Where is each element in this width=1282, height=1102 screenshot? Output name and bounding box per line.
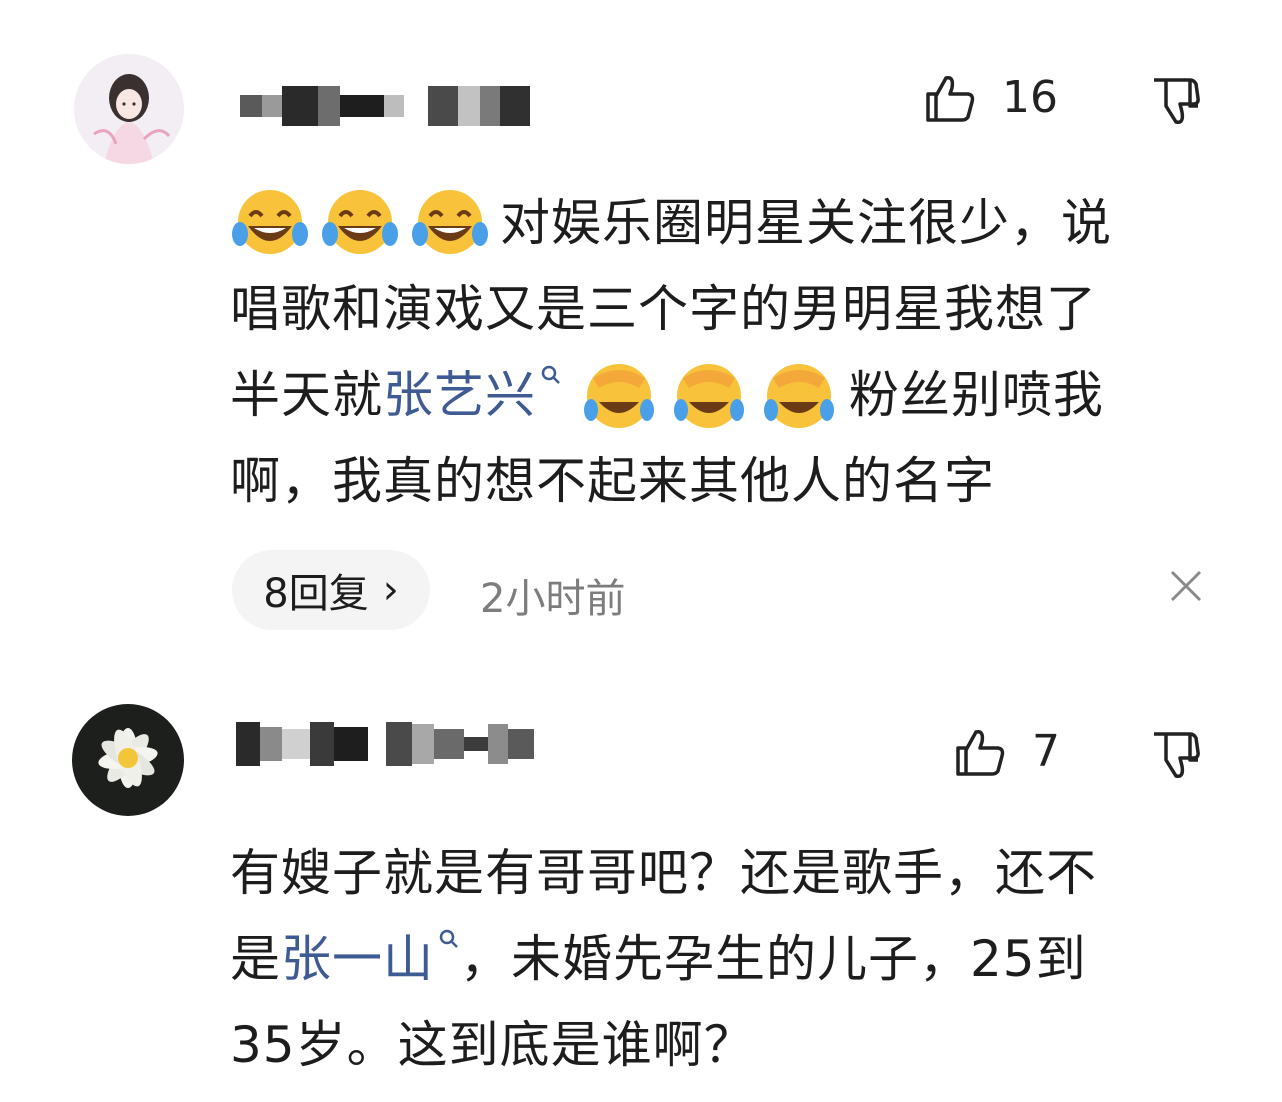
text-line: 啊，我真的想不起来其他人的名字 [230,452,995,510]
thumbs-down-icon[interactable] [1150,76,1202,128]
text-line: 对娱乐圈明星关注很少，说 [230,180,1220,266]
search-icon[interactable] [540,364,562,386]
thumbs-up-icon [956,729,1005,776]
like-count: 16 [1002,72,1058,123]
comment-section: 16 对娱乐圈明星关注很少，说 唱歌和演戏又是三个字的男明星我想了 半天就张艺兴… [0,0,1282,1102]
tears-of-joy-emoji [412,189,488,254]
timestamp: 2小时前 [480,576,626,622]
text-line: 有嫂子就是有哥哥吧？还是歌手，还不 [230,844,1097,902]
avatar[interactable] [74,54,184,164]
text-line: 35岁。这到底是谁啊？ [230,1016,755,1074]
like-button[interactable]: 16 [924,72,1058,124]
close-icon[interactable] [1166,566,1206,606]
facepalm-cry-emoji [763,363,834,428]
tears-of-joy-emoji [232,189,308,254]
thumbs-up-icon [926,75,975,122]
comment-text: 对娱乐圈明星关注很少，说 唱歌和演戏又是三个字的男明星我想了 半天就张艺兴 粉丝… [230,180,1220,524]
thumbs-down-icon[interactable] [1150,730,1202,782]
facepalm-cry-emoji [583,363,654,428]
mention-link[interactable]: 张一山 [281,930,434,988]
search-icon[interactable] [438,928,460,950]
text-line: 半天就张艺兴 粉丝别喷我 [230,352,1220,438]
comment-text: 有嫂子就是有哥哥吧？还是歌手，还不 是张一山 ，未婚先孕生的儿子，25到 35岁。… [230,830,1220,1088]
text-line: 是张一山 ，未婚先孕生的儿子，25到 [230,916,1220,1002]
replies-button[interactable]: 8回复 › [232,550,430,630]
facepalm-cry-emoji [673,363,744,428]
mention-link[interactable]: 张艺兴 [383,366,536,424]
username-blurred[interactable] [236,722,534,766]
text-segment: 半天就 [230,366,383,424]
avatar[interactable] [72,704,184,816]
text-segment: 对娱乐圈明星关注很少，说 [500,194,1112,252]
like-button[interactable]: 7 [954,726,1060,778]
text-segment: ，未婚先孕生的儿子，25到 [460,930,1087,988]
text-line: 唱歌和演戏又是三个字的男明星我想了 [230,280,1097,338]
chevron-right-icon: › [382,567,399,613]
replies-label: 8回复 [263,571,369,617]
like-count: 7 [1032,726,1060,777]
text-segment: 粉丝别喷我 [848,366,1104,424]
text-segment: 是 [230,930,281,988]
username-blurred[interactable] [240,84,530,128]
tears-of-joy-emoji [322,189,398,254]
